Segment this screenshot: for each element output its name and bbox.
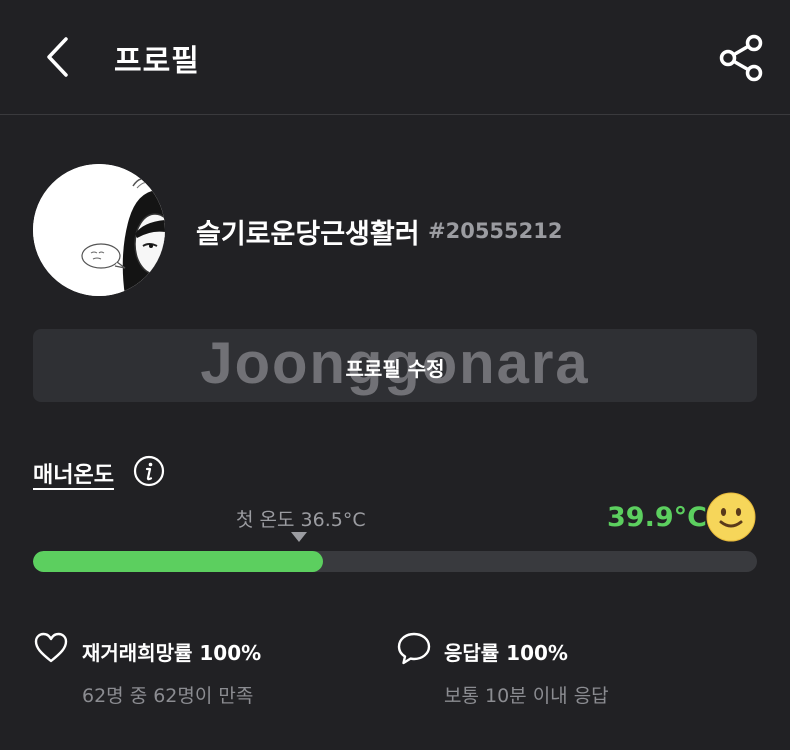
- smiley-face-icon: [706, 492, 756, 542]
- user-id: #20555212: [428, 219, 563, 243]
- chat-bubble-icon: [397, 632, 431, 665]
- avatar-illustration: [33, 164, 165, 296]
- response-rate-title: 응답률 100%: [444, 641, 568, 665]
- manner-temperature-fill: [33, 551, 323, 572]
- rebuy-rate-subtitle: 62명 중 62명이 만족: [82, 685, 254, 707]
- manner-temperature-label[interactable]: 매너온도: [33, 457, 114, 489]
- info-icon[interactable]: [133, 455, 165, 487]
- edit-profile-label: 프로필 수정: [345, 357, 445, 381]
- chevron-left-icon[interactable]: [40, 34, 80, 80]
- share-icon[interactable]: [716, 34, 766, 82]
- rebuy-rate-title: 재거래희망률 100%: [82, 641, 262, 665]
- manner-temperature-bar: [33, 551, 757, 572]
- page-title: 프로필: [114, 44, 200, 79]
- nickname: 슬기로운당근생활러: [196, 219, 420, 250]
- heart-icon: [34, 632, 68, 663]
- avatar[interactable]: [33, 164, 165, 296]
- edit-profile-button[interactable]: Joonggonara 프로필 수정: [33, 329, 757, 402]
- first-temperature-marker: [291, 532, 307, 542]
- temperature-value: 39.9°C: [607, 502, 707, 533]
- first-temperature-label: 첫 온도 36.5°C: [236, 509, 366, 531]
- response-rate-subtitle: 보통 10분 이내 응답: [444, 685, 609, 707]
- top-app-bar: 프로필: [0, 0, 790, 115]
